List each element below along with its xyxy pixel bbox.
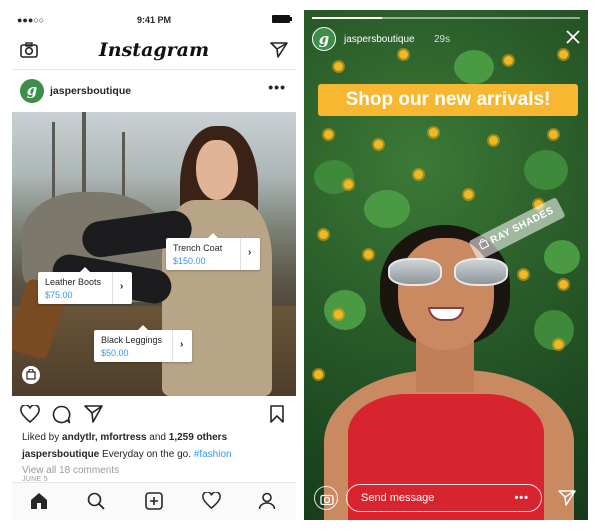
story-flower [319,230,328,239]
story-flower [489,136,498,145]
story-progress-bar [312,17,580,19]
caption-hashtag[interactable]: #fashion [194,449,232,460]
close-icon[interactable] [566,30,580,49]
more-options-icon[interactable]: ••• [268,79,286,95]
story-flower [414,170,423,179]
caption-text: Everyday on the go. [99,449,194,460]
likes-mid: and [146,432,169,443]
feed-screen: ●●●○○ 9:41 PM Instagram g jaspersboutiqu… [12,10,296,520]
story-avatar[interactable]: g [312,27,336,51]
send-message-input[interactable]: Send message ••• [346,484,542,512]
post-photo[interactable]: Trench Coat $150.00 › Leather Boots $75.… [12,112,296,396]
app-logo: Instagram [98,39,210,61]
story-flower [464,190,473,199]
profile-icon[interactable] [258,492,276,515]
status-bar: ●●●○○ 9:41 PM [12,10,296,30]
post-username[interactable]: jaspersboutique [50,85,131,97]
chevron-right-icon: › [180,339,184,350]
story-text-banner: Shop our new arrivals! [318,84,578,116]
story-flower [549,130,558,139]
new-post-icon[interactable] [145,492,163,515]
bottom-tab-bar [12,482,296,520]
story-flower [334,310,343,319]
product-tag-price: $150.00 [173,256,206,266]
story-flower [554,340,563,349]
story-flower [364,250,373,259]
caption-line: jaspersboutique Everyday on the go. #fas… [22,449,292,460]
app-header: Instagram [12,30,296,70]
chevron-right-icon: › [248,247,252,258]
story-leaf [364,190,410,228]
home-icon[interactable] [30,492,48,515]
product-tag-leather-boots[interactable]: Leather Boots $75.00 › [38,267,132,304]
story-flower [559,50,568,59]
product-tag-trench-coat[interactable]: Trench Coat $150.00 › [166,233,260,270]
chevron-right-icon: › [120,281,124,292]
story-username[interactable]: jaspersboutique [344,34,415,45]
story-camera-icon[interactable] [314,486,338,510]
product-tag-price: $50.00 [101,348,129,358]
story-flower [374,140,383,149]
avatar[interactable]: g [20,79,44,103]
sunglasses-lens [454,258,508,286]
photo-model-face [196,140,238,200]
product-tag-divider [112,272,113,304]
product-sticker-label: RAY SHADES [488,205,556,247]
view-comments-link[interactable]: View all 18 comments [22,465,292,476]
search-icon[interactable] [87,492,105,515]
product-tag-name: Leather Boots [45,277,102,287]
story-flower [334,62,343,71]
story-flower [324,130,333,139]
likes-prefix: Liked by [22,432,63,443]
post-actions [12,398,296,430]
bookmark-icon[interactable] [270,405,284,428]
story-flower [399,50,408,59]
story-leaf [454,50,494,84]
likes-count[interactable]: 1,259 others [169,432,227,443]
comment-icon[interactable] [52,405,71,429]
battery-icon [272,15,292,23]
more-options-icon[interactable]: ••• [514,485,529,511]
product-tag-black-leggings[interactable]: Black Leggings $50.00 › [94,325,192,362]
story-flower [429,128,438,137]
product-tag-name: Trench Coat [173,243,223,253]
send-icon[interactable] [558,490,576,511]
status-time: 9:41 PM [136,15,171,25]
story-model-sunglasses [384,258,512,288]
heart-icon[interactable] [20,404,40,428]
story-flower [314,370,323,379]
product-tag-name: Black Leggings [101,335,163,345]
product-tag-divider [172,330,173,362]
story-reply-bar: Send message ••• [304,480,588,520]
story-flower [504,56,513,65]
caption-username[interactable]: jaspersboutique [22,449,99,460]
story-flower [519,270,528,279]
post-header: g jaspersboutique ••• [12,71,296,111]
story-leaf [324,290,366,330]
story-leaf [544,240,580,274]
product-tag-divider [240,238,241,270]
direct-message-icon[interactable] [270,42,288,63]
story-progress-fill [312,17,382,19]
story-flower [559,280,568,289]
product-tag-price: $75.00 [45,290,73,300]
story-leaf [524,150,568,190]
story-screen[interactable]: g jaspersboutique 29s Shop our new arriv… [304,10,588,520]
shopping-bag-icon[interactable] [22,366,40,384]
share-icon[interactable] [84,405,103,428]
likes-users[interactable]: andytlr, mfortress [62,432,146,443]
likes-line: Liked by andytlr, mfortress and 1,259 ot… [22,432,292,443]
send-message-placeholder: Send message [361,492,435,504]
sunglasses-lens [388,258,442,286]
activity-heart-icon[interactable] [202,491,221,514]
story-flower [344,180,353,189]
story-age: 29s [434,34,451,45]
